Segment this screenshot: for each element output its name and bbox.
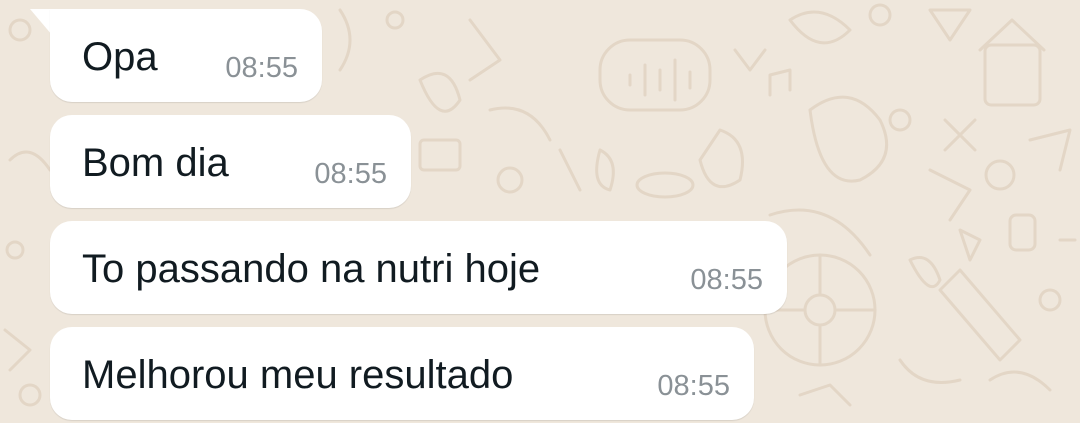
message-timestamp: 08:55 [657,370,730,402]
message-timestamp: 08:55 [690,264,763,296]
message-bubble[interactable]: Melhorou meu resultado 08:55 [50,327,754,420]
message-bubble[interactable]: Opa 08:55 [50,9,322,102]
message-text: Melhorou meu resultado [82,353,514,397]
message-bubble[interactable]: To passando na nutri hoje 08:55 [50,221,787,314]
message-text: To passando na nutri hoje [82,247,541,291]
message-timestamp: 08:55 [225,52,298,84]
message-text: Opa [82,35,158,79]
message-text: Bom dia [82,141,229,185]
message-bubble[interactable]: Bom dia 08:55 [50,115,411,208]
bubble-tail [30,9,52,35]
chat-area: Opa 08:55 Bom dia 08:55 To passando na n… [0,0,1080,423]
message-timestamp: 08:55 [314,158,387,190]
